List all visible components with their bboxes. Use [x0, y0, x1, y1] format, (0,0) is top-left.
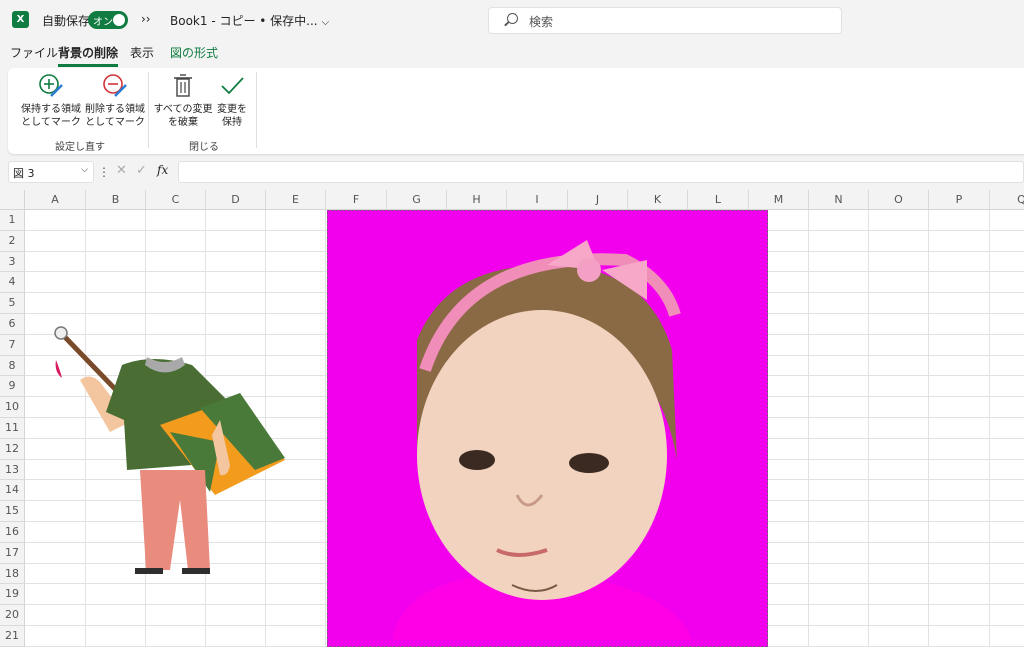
chevron-down-icon[interactable]: ⌵	[81, 165, 88, 175]
row-header[interactable]: 14	[0, 480, 25, 502]
row-header[interactable]: 21	[0, 626, 25, 647]
row-header[interactable]: 2	[0, 230, 25, 252]
column-header[interactable]: Q	[990, 190, 1024, 210]
row-header[interactable]: 3	[0, 251, 25, 273]
title-bar: X 自動保存 オン ›› Book1 - コピー • 保存中... ⌵ 検索	[0, 0, 1024, 40]
row-header[interactable]: 12	[0, 438, 25, 460]
cartoon-character-image[interactable]	[50, 320, 290, 585]
insert-function-icon[interactable]: fx	[157, 163, 168, 177]
row-header[interactable]: 11	[0, 418, 25, 439]
autosave-toggle[interactable]: オン	[88, 11, 128, 29]
row-header[interactable]: 16	[0, 522, 25, 543]
column-header[interactable]: C	[146, 190, 206, 210]
discard-label-2: を破棄	[168, 117, 198, 128]
mark-areas-to-keep-button[interactable]: 保持する領域 としてマーク	[16, 72, 86, 129]
row-header[interactable]: 17	[0, 542, 25, 564]
select-all-corner[interactable]	[0, 190, 25, 210]
group-separator	[148, 72, 149, 148]
column-header[interactable]: E	[266, 190, 326, 210]
cancel-icon[interactable]: ✕	[116, 163, 127, 178]
name-box-value: 図 3	[13, 167, 35, 180]
document-title-text: Book1 - コピー • 保存中...	[170, 14, 318, 28]
column-header[interactable]: O	[869, 190, 929, 210]
keep-changes-button[interactable]: 変更を 保持	[212, 72, 252, 129]
more-options-icon[interactable]: ⋮	[98, 165, 110, 179]
row-header[interactable]: 15	[0, 501, 25, 522]
enter-check-icon[interactable]: ✓	[136, 163, 147, 178]
mark-keep-label-2: としてマーク	[21, 117, 81, 128]
excel-logo-icon: X	[12, 11, 29, 28]
row-header[interactable]: 10	[0, 397, 25, 418]
autosave-label: 自動保存	[42, 14, 91, 28]
column-header[interactable]: A	[25, 190, 86, 210]
column-header[interactable]: L	[688, 190, 749, 210]
discard-all-changes-button[interactable]: すべての変更 を破棄	[152, 72, 214, 129]
column-header[interactable]: D	[206, 190, 266, 210]
column-header[interactable]: G	[387, 190, 447, 210]
column-header[interactable]: I	[507, 190, 568, 210]
picture-background-removal[interactable]	[327, 210, 768, 647]
tab-view[interactable]: 表示	[130, 44, 154, 64]
keep-changes-label-1: 変更を	[217, 104, 247, 115]
chevron-down-icon: ⌵	[321, 17, 330, 28]
column-header[interactable]: H	[447, 190, 507, 210]
column-header[interactable]: J	[568, 190, 628, 210]
ribbon: 保持する領域 としてマーク 削除する領域 としてマーク 設定し直す すべての変更…	[8, 68, 1024, 154]
row-header[interactable]: 6	[0, 314, 25, 335]
mark-remove-icon	[103, 74, 127, 97]
search-placeholder: 検索	[529, 15, 554, 29]
mark-areas-to-remove-button[interactable]: 削除する領域 としてマーク	[80, 72, 150, 129]
checkmark-icon	[221, 77, 244, 95]
discard-label-1: すべての変更	[153, 104, 213, 115]
row-header[interactable]: 4	[0, 272, 25, 294]
search-icon	[507, 13, 518, 24]
row-header[interactable]: 13	[0, 459, 25, 481]
row-header[interactable]: 19	[0, 584, 25, 606]
row-header[interactable]: 20	[0, 605, 25, 626]
keep-changes-label-2: 保持	[222, 117, 242, 128]
grid-line	[325, 210, 326, 647]
mark-keep-icon	[39, 74, 63, 97]
row-header[interactable]: 7	[0, 334, 25, 356]
grid-line	[808, 210, 809, 647]
tab-picture-format[interactable]: 図の形式	[170, 44, 218, 64]
group-label-refine: 設定し直す	[55, 142, 105, 153]
trash-icon	[174, 74, 192, 97]
row-header[interactable]: 8	[0, 355, 25, 377]
grid-line	[989, 210, 990, 647]
document-title[interactable]: Book1 - コピー • 保存中... ⌵	[170, 12, 329, 29]
tab-remove-background[interactable]: 背景の削除	[58, 44, 119, 67]
row-header[interactable]: 5	[0, 293, 25, 314]
column-header[interactable]: K	[628, 190, 688, 210]
column-header[interactable]: M	[749, 190, 809, 210]
formula-bar: 図 3 ⌵ ⋮ ✕ ✓ fx	[0, 158, 1024, 186]
column-header[interactable]: P	[929, 190, 990, 210]
mark-remove-label-1: 削除する領域	[85, 104, 145, 115]
grid-line	[868, 210, 869, 647]
group-separator	[256, 72, 257, 148]
autosave-toggle-label: オン	[93, 17, 113, 28]
column-header[interactable]: B	[86, 190, 146, 210]
mark-keep-label-1: 保持する領域	[21, 104, 81, 115]
column-header[interactable]: F	[326, 190, 387, 210]
row-header[interactable]: 1	[0, 210, 25, 231]
name-box[interactable]: 図 3 ⌵	[8, 161, 94, 183]
formula-input[interactable]	[178, 161, 1024, 183]
group-label-close: 閉じる	[189, 142, 219, 153]
more-commands-icon[interactable]: ››	[141, 12, 151, 26]
grid-line	[928, 210, 929, 647]
toggle-knob	[113, 14, 125, 26]
mark-remove-label-2: としてマーク	[85, 117, 145, 128]
tab-file[interactable]: ファイル	[10, 44, 58, 64]
column-header[interactable]: N	[809, 190, 869, 210]
row-header[interactable]: 9	[0, 376, 25, 398]
search-box[interactable]: 検索	[488, 7, 842, 34]
row-header[interactable]: 18	[0, 563, 25, 585]
ribbon-tabs: ファイル 背景の削除 表示 図の形式	[0, 44, 1024, 67]
